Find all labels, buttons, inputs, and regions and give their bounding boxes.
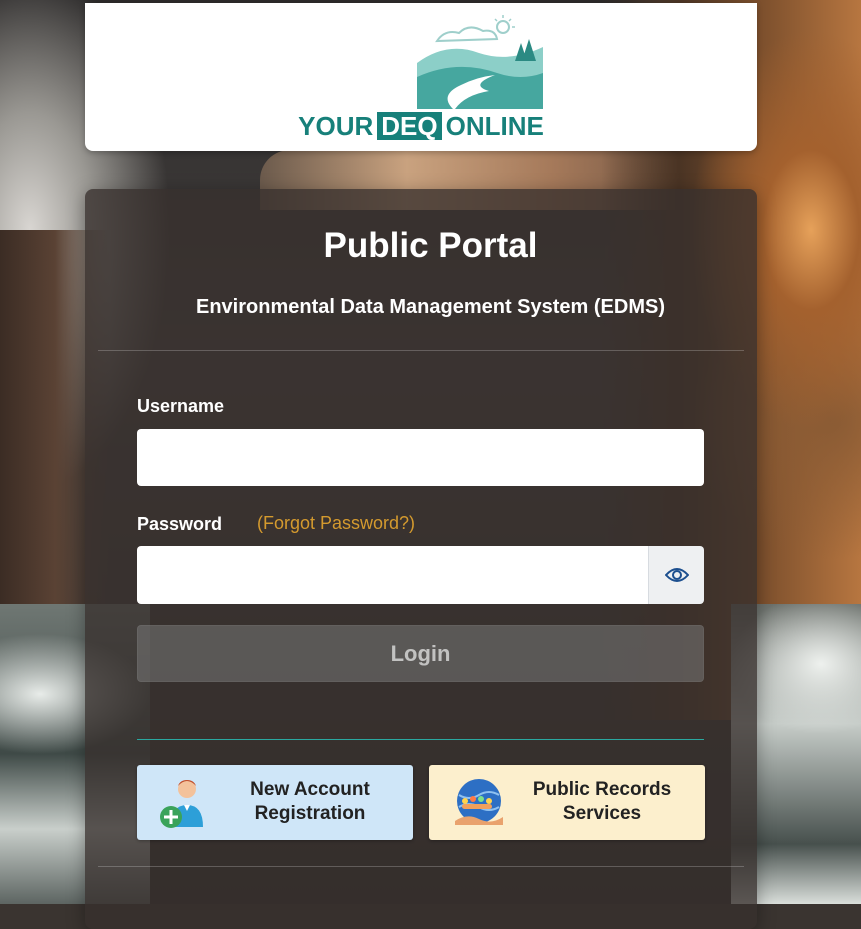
logo-text-prefix: YOUR	[298, 111, 374, 141]
logo-text-suffix: ONLINE	[445, 111, 544, 141]
password-label: Password	[137, 514, 223, 534]
forgot-password-link[interactable]: (Forgot Password?)	[257, 513, 415, 534]
eye-icon	[664, 568, 689, 582]
logo-card: YOUR DEQ ONLINE	[85, 3, 757, 151]
divider	[98, 350, 744, 351]
show-password-button[interactable]	[648, 546, 704, 604]
password-input[interactable]	[137, 546, 648, 604]
page-subtitle: Environmental Data Management System (ED…	[196, 296, 665, 318]
page-title: Public Portal	[323, 226, 538, 265]
logo-text-boxed: DEQ	[377, 112, 442, 140]
username-label: Username	[137, 396, 225, 416]
logo-wordmark: YOUR DEQ ONLINE	[85, 111, 757, 142]
new-account-registration-label: New Account Registration	[250, 779, 370, 824]
username-input[interactable]	[137, 429, 704, 486]
public-records-services-label: Public Records Services	[532, 779, 672, 824]
public-records-services-tile[interactable]: Public Records Services	[429, 765, 705, 840]
add-user-icon	[160, 780, 203, 828]
divider	[98, 866, 744, 867]
new-account-registration-tile[interactable]: New Account Registration	[137, 765, 413, 840]
divider-teal	[137, 739, 704, 740]
deq-landscape-logo-icon	[417, 15, 543, 109]
login-button[interactable]: Login	[137, 625, 704, 682]
